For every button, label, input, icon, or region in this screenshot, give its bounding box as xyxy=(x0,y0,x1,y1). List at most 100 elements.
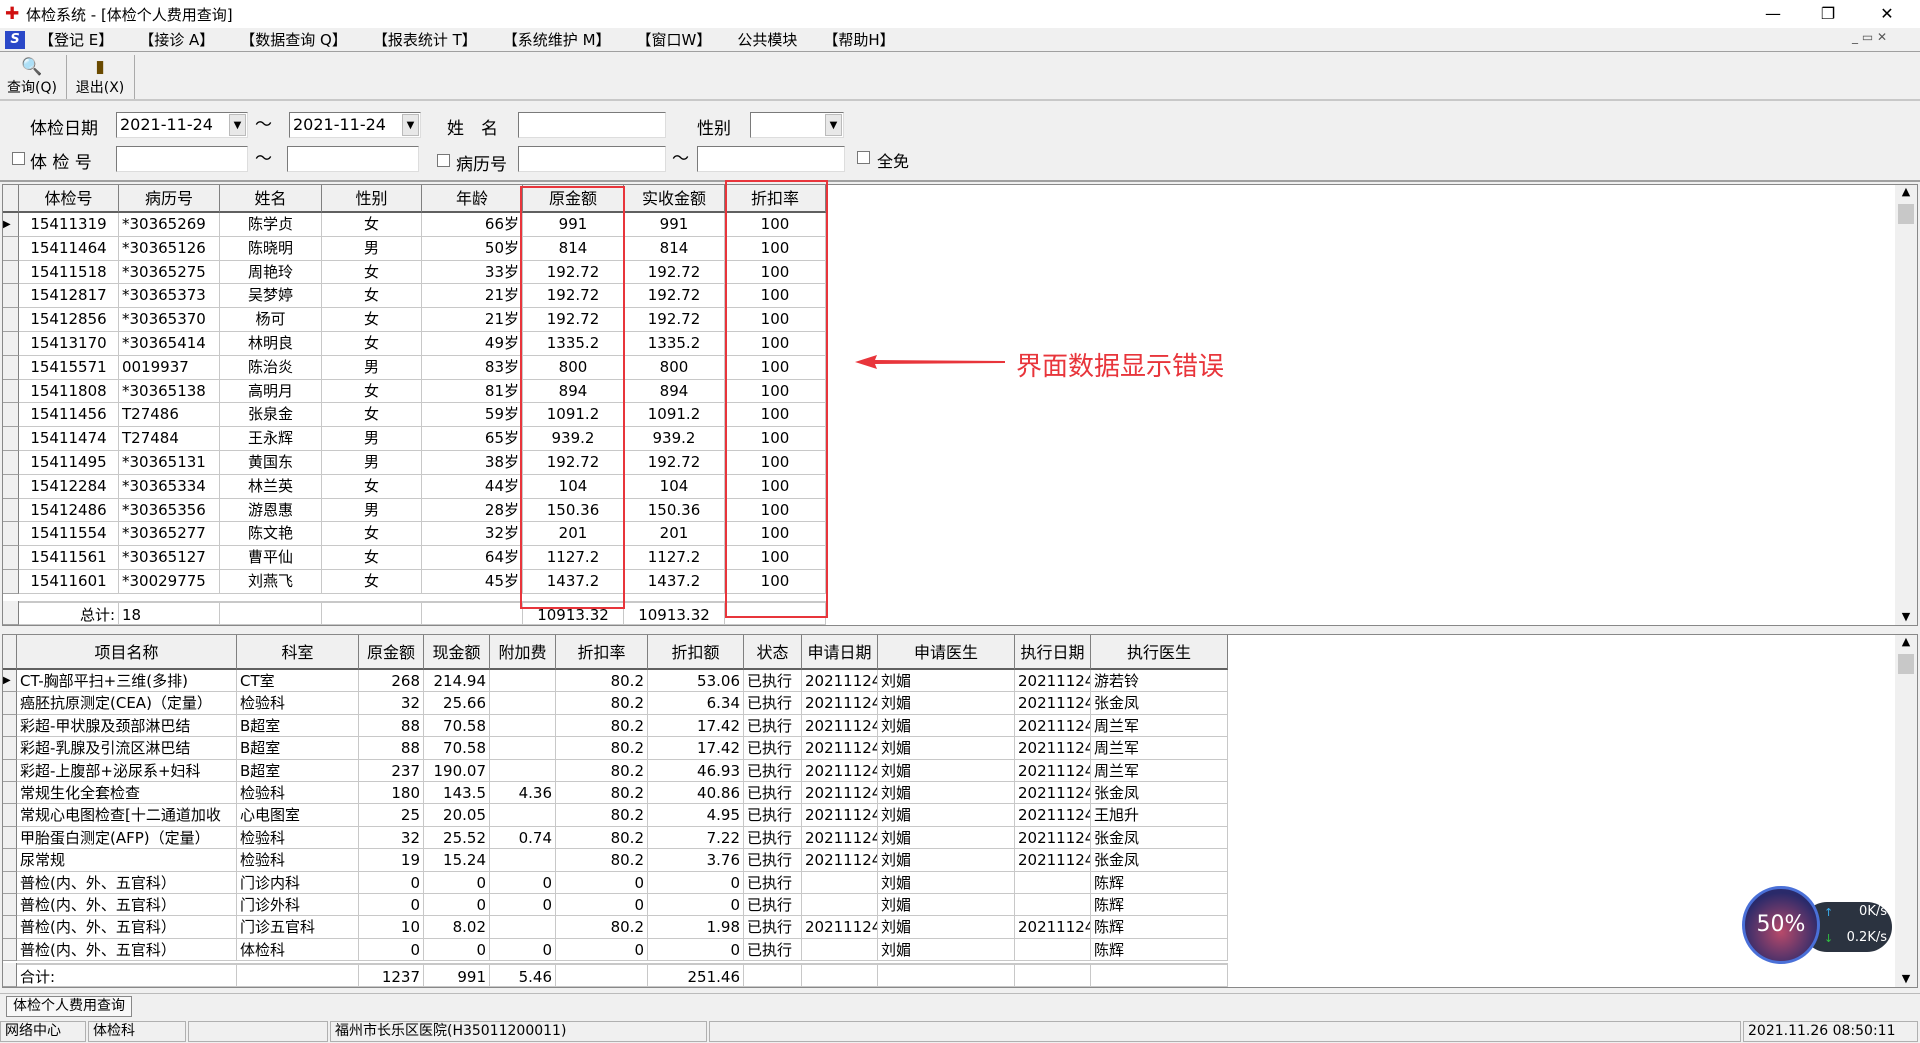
row-indicator[interactable] xyxy=(3,849,17,872)
table-cell[interactable]: 192.72 xyxy=(624,260,725,285)
table-cell[interactable]: 214.94 xyxy=(424,670,490,693)
table-cell[interactable]: 15412284 xyxy=(19,474,119,499)
table-cell[interactable]: 104 xyxy=(624,474,725,499)
table-cell[interactable]: 甲胎蛋白测定(AFP)（定量） xyxy=(17,826,237,850)
table-cell[interactable]: 周兰军 xyxy=(1091,759,1228,782)
exam-no-checkbox[interactable] xyxy=(12,152,25,165)
table-cell[interactable]: 刘媚 xyxy=(878,759,1015,782)
table-cell[interactable] xyxy=(1015,871,1091,894)
table-cell[interactable]: 4.95 xyxy=(648,804,744,827)
table-cell[interactable]: 4.36 xyxy=(490,782,556,805)
table-cell[interactable]: 15411808 xyxy=(19,379,119,404)
table-cell[interactable]: 3.76 xyxy=(648,849,744,872)
table-cell[interactable]: 女 xyxy=(322,213,422,237)
table-cell[interactable]: 吴梦婷 xyxy=(220,284,322,309)
table-cell[interactable]: 50岁 xyxy=(422,236,523,261)
table-cell[interactable]: *30365373 xyxy=(119,284,220,309)
table-cell[interactable]: 800 xyxy=(624,355,725,380)
table-cell[interactable]: 15.24 xyxy=(424,849,490,872)
row-indicator[interactable] xyxy=(3,236,19,261)
column-header[interactable]: 性别 xyxy=(322,185,422,213)
table-cell[interactable]: 已执行 xyxy=(744,782,802,805)
table-cell[interactable]: 20211124 xyxy=(802,804,878,827)
table-cell[interactable]: 男 xyxy=(322,427,422,451)
table-cell[interactable]: 周兰军 xyxy=(1091,737,1228,760)
table-cell[interactable]: 939.2 xyxy=(624,427,725,451)
table-cell[interactable]: 女 xyxy=(322,522,422,547)
column-header[interactable]: 姓名 xyxy=(220,185,322,213)
table-cell[interactable]: 已执行 xyxy=(744,714,802,738)
table-cell[interactable]: 女 xyxy=(322,308,422,332)
table-cell[interactable]: 21岁 xyxy=(422,308,523,332)
table-cell[interactable]: 陈辉 xyxy=(1091,916,1228,939)
table-cell[interactable]: 陈文艳 xyxy=(220,522,322,547)
row-indicator[interactable] xyxy=(3,451,19,475)
table-cell[interactable]: 0 xyxy=(556,871,648,894)
table-cell[interactable]: 0 xyxy=(556,938,648,962)
table-cell[interactable]: 33岁 xyxy=(422,260,523,285)
table-cell[interactable] xyxy=(490,670,556,693)
table-cell[interactable]: 已执行 xyxy=(744,916,802,939)
table-cell[interactable] xyxy=(802,871,878,894)
scrollbar[interactable]: ▲ ▼ xyxy=(1895,635,1917,987)
column-header[interactable]: 原金额 xyxy=(359,635,424,670)
table-cell[interactable]: 20211124 xyxy=(802,782,878,805)
table-cell[interactable]: 80.2 xyxy=(556,849,648,872)
table-cell[interactable]: 59岁 xyxy=(422,403,523,428)
table-cell[interactable]: 0 xyxy=(648,938,744,962)
table-cell[interactable]: 20211124 xyxy=(1015,759,1091,782)
exam-no-to-input[interactable] xyxy=(287,146,419,172)
menu-data-query[interactable]: 【数据查询 Q】 xyxy=(240,29,347,50)
table-cell[interactable]: *30029775 xyxy=(119,570,220,594)
table-cell[interactable]: 15411456 xyxy=(19,403,119,428)
table-cell[interactable]: 常规心电图检查[十二通道加收 xyxy=(17,804,237,827)
table-cell[interactable]: 游恩惠 xyxy=(220,498,322,523)
exam-no-from-input[interactable] xyxy=(116,146,248,172)
table-cell[interactable]: 150.36 xyxy=(624,498,725,523)
row-indicator[interactable] xyxy=(3,916,17,939)
table-cell[interactable]: 林兰英 xyxy=(220,474,322,499)
table-cell[interactable]: 80.2 xyxy=(556,670,648,693)
table-cell[interactable]: 201 xyxy=(624,522,725,547)
table-cell[interactable]: 已执行 xyxy=(744,692,802,715)
scrollbar[interactable]: ▲ ▼ xyxy=(1895,185,1917,625)
table-cell[interactable]: 45岁 xyxy=(422,570,523,594)
table-cell[interactable]: *30365356 xyxy=(119,498,220,523)
table-cell[interactable]: 张金凤 xyxy=(1091,826,1228,850)
table-cell[interactable]: 15412856 xyxy=(19,308,119,332)
table-cell[interactable]: 20.05 xyxy=(424,804,490,827)
table-cell[interactable]: 70.58 xyxy=(424,714,490,738)
free-checkbox[interactable] xyxy=(857,151,870,164)
date-to-picker[interactable]: 2021-11-24 ▼ xyxy=(289,112,421,138)
table-cell[interactable]: 男 xyxy=(322,498,422,523)
table-cell[interactable] xyxy=(490,737,556,760)
table-cell[interactable]: 20211124 xyxy=(802,849,878,872)
table-cell[interactable]: 0 xyxy=(490,871,556,894)
table-cell[interactable]: 黄国东 xyxy=(220,451,322,475)
table-cell[interactable]: 彩超-乳腺及引流区淋巴结 xyxy=(17,737,237,760)
table-cell[interactable]: 20211124 xyxy=(802,670,878,693)
table-cell[interactable]: 20211124 xyxy=(1015,804,1091,827)
table-cell[interactable]: 0 xyxy=(424,894,490,917)
column-header[interactable]: 折扣额 xyxy=(648,635,744,670)
menu-system[interactable]: 【系统维护 M】 xyxy=(503,29,611,50)
column-header[interactable]: 执行医生 xyxy=(1091,635,1228,670)
table-cell[interactable]: 15412486 xyxy=(19,498,119,523)
table-cell[interactable]: 83岁 xyxy=(422,355,523,380)
table-cell[interactable]: 64岁 xyxy=(422,546,523,570)
table-cell[interactable]: 1127.2 xyxy=(624,546,725,570)
table-cell[interactable]: 32 xyxy=(359,826,424,850)
table-cell[interactable]: *30365414 xyxy=(119,332,220,356)
table-cell[interactable]: 普检(内、外、五官科） xyxy=(17,871,237,894)
table-cell[interactable]: 143.5 xyxy=(424,782,490,805)
row-indicator[interactable] xyxy=(3,308,19,332)
table-cell[interactable]: 190.07 xyxy=(424,759,490,782)
table-cell[interactable]: 88 xyxy=(359,714,424,738)
table-cell[interactable]: 尿常规 xyxy=(17,849,237,872)
table-cell[interactable]: 刘媚 xyxy=(878,670,1015,693)
column-header[interactable]: 申请日期 xyxy=(802,635,878,670)
table-cell[interactable]: 66岁 xyxy=(422,213,523,237)
column-header[interactable]: 科室 xyxy=(237,635,359,670)
table-cell[interactable]: 女 xyxy=(322,284,422,309)
table-cell[interactable]: 已执行 xyxy=(744,737,802,760)
